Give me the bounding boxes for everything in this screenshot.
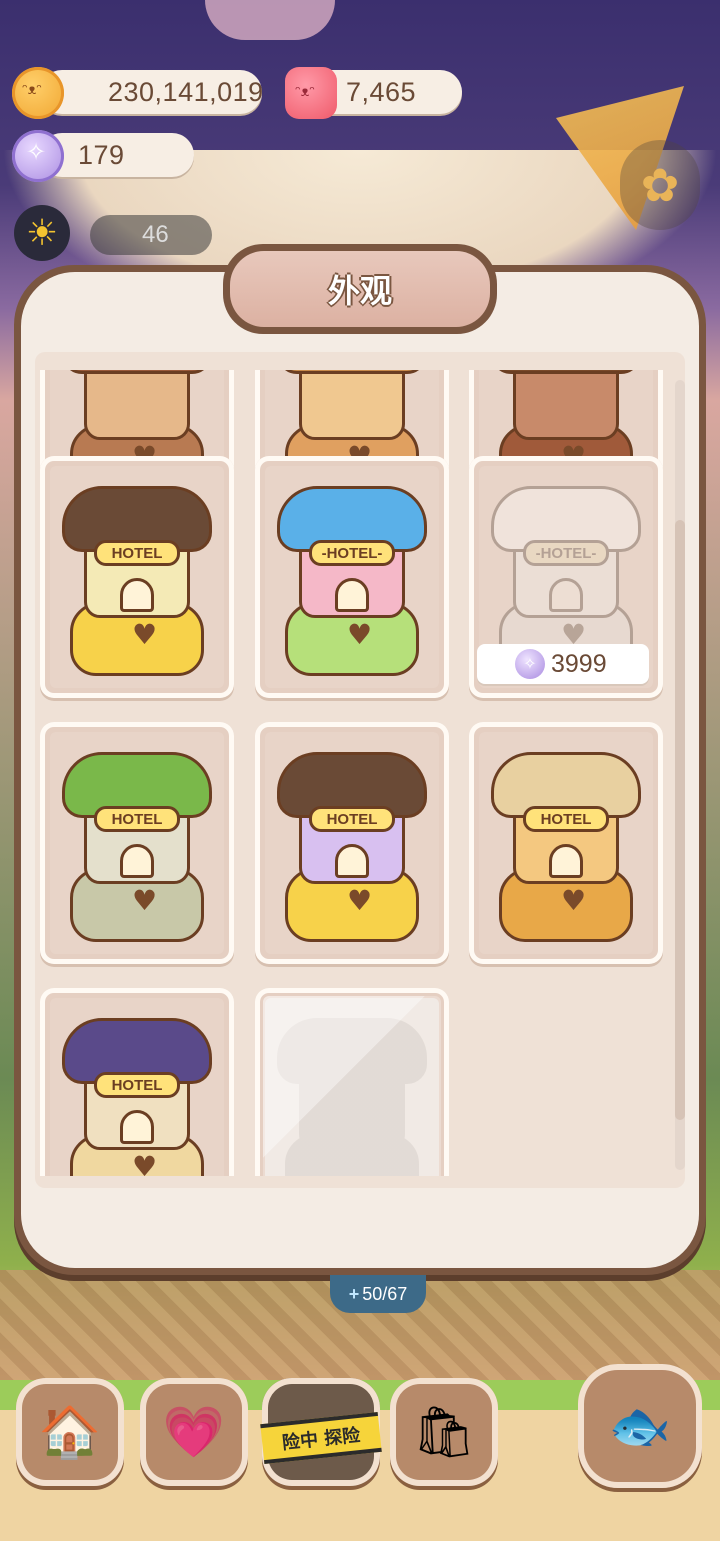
hotel-roof: [491, 370, 641, 374]
gear-icon[interactable]: ✿: [620, 140, 700, 230]
hotel-body: [299, 1066, 405, 1150]
modal-title: 外观: [230, 251, 490, 327]
price-tag[interactable]: ✧ 3999: [477, 644, 649, 684]
hotel-sign: HOTEL: [523, 806, 609, 832]
cookie-balance-value: 230,141,019: [108, 76, 264, 107]
heart-icon: ♥: [561, 884, 587, 917]
skin-slot-blossom-hotel[interactable]: ♥ HOTEL: [40, 456, 234, 698]
hotel-base: ♥: [285, 1134, 419, 1176]
skin-slot-shrine-hotel[interactable]: ♥ HOTEL: [40, 988, 234, 1176]
heart-icon: ♥: [347, 884, 373, 917]
skin-grid[interactable]: ♥♥♥♥HOTEL♥-HOTEL-♥-HOTEL-✧3999♥HOTEL♥HOT…: [40, 370, 672, 1176]
scrollbar-thumb[interactable]: [675, 520, 685, 1120]
jelly-currency-icon: [285, 67, 337, 119]
skin-slot-candy-dot-hotel[interactable]: ♥ HOTEL: [255, 722, 449, 964]
skin-slot-moss-hotel[interactable]: ♥ HOTEL: [40, 722, 234, 964]
hotel-skin-icon: ♥ HOTEL: [62, 1018, 212, 1176]
hotel-sign: -HOTEL-: [523, 540, 609, 566]
hotel-roof: [277, 1018, 427, 1084]
hotel-door: [120, 1110, 154, 1144]
modal-title-plate: 外观: [223, 244, 497, 334]
gem-balance-value: 179: [78, 139, 125, 170]
gem-icon: ✧: [515, 649, 545, 679]
hotel-skin-icon: ♥ HOTEL: [62, 486, 212, 676]
level-value: 46: [142, 221, 169, 248]
hotel-sign: HOTEL: [94, 1072, 180, 1098]
skin-slot-white-flower-hotel[interactable]: ♥ -HOTEL- ✧ 3999: [469, 456, 663, 698]
skin-slot-silhouette[interactable]: ♥: [255, 988, 449, 1176]
hotel-sign: -HOTEL-: [309, 540, 395, 566]
hotel-door: [120, 844, 154, 878]
sun-icon[interactable]: ☀: [14, 205, 70, 261]
hotel-sign: HOTEL: [94, 540, 180, 566]
hotel-body: [513, 370, 619, 440]
cookie-currency-icon: [12, 67, 64, 119]
cookie-balance[interactable]: 230,141,019: [40, 70, 264, 114]
nav-diary-button[interactable]: 💗: [140, 1378, 248, 1486]
heart-icon: ♥: [347, 618, 373, 651]
price-value: 3999: [551, 649, 607, 678]
hotel-body: [84, 370, 190, 440]
hotel-body: [299, 370, 405, 440]
background-balloon: [205, 0, 335, 40]
nav-home-button[interactable]: 🏠: [16, 1378, 124, 1486]
hotel-roof: [62, 370, 212, 374]
capacity-counter: + 50/67: [330, 1275, 426, 1313]
heart-icon: ♥: [132, 884, 158, 917]
nav-pet-button[interactable]: 🐟: [578, 1364, 702, 1488]
hotel-roof: [277, 370, 427, 374]
hotel-door: [335, 578, 369, 612]
fish-pet-icon: 🐟: [608, 1396, 672, 1455]
nav-shop-button[interactable]: 🛍: [390, 1378, 498, 1486]
hotel-skin-icon: ♥: [277, 1018, 427, 1176]
hotel-skin-icon: ♥ HOTEL: [277, 752, 427, 942]
hotel-sign: HOTEL: [94, 806, 180, 832]
hotel-skin-icon: ♥ -HOTEL-: [277, 486, 427, 676]
gem-currency-icon: [12, 130, 64, 182]
mushroom-house-icon: 🏠: [38, 1402, 102, 1461]
hotel-door: [335, 844, 369, 878]
hotel-door: [120, 578, 154, 612]
skin-slot-frame: [265, 998, 439, 1176]
plus-icon: +: [348, 1283, 360, 1304]
scrollbar[interactable]: [675, 380, 685, 1170]
shop-bag-icon: 🛍: [412, 1402, 476, 1461]
hotel-skin-icon: ♥ HOTEL: [491, 752, 641, 942]
hotel-door: [549, 578, 583, 612]
jelly-balance-value: 7,465: [346, 76, 417, 107]
hotel-sign: HOTEL: [309, 806, 395, 832]
hotel-skin-icon: ♥ HOTEL: [62, 752, 212, 942]
heart-icon: ♥: [132, 1150, 158, 1176]
hotel-door: [549, 844, 583, 878]
capacity-value: 50/67: [362, 1283, 408, 1304]
heart-icon: ♥: [132, 618, 158, 651]
skin-slot-balloon-hotel[interactable]: ♥ -HOTEL-: [255, 456, 449, 698]
heart-diary-icon: 💗: [162, 1402, 226, 1461]
level-badge: 46: [90, 215, 212, 255]
skin-slot-sweets-hotel[interactable]: ♥ HOTEL: [469, 722, 663, 964]
